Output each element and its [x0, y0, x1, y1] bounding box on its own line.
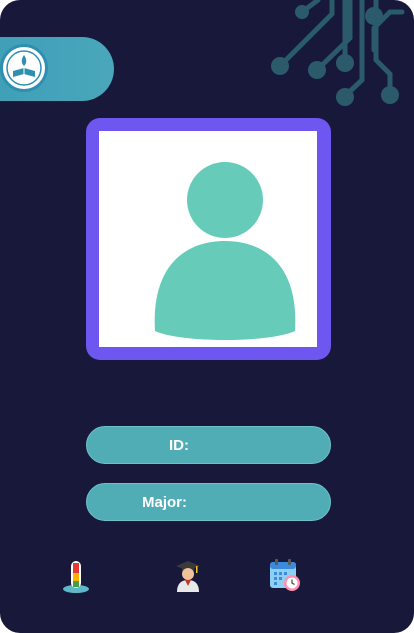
id-card: ID: Major:: [0, 0, 414, 633]
avatar-placeholder-icon: [154, 162, 296, 340]
thermometer-icon[interactable]: [60, 558, 92, 594]
profile-photo[interactable]: [99, 131, 317, 347]
profile-photo-frame: [86, 118, 331, 360]
logo-tab: [0, 37, 114, 101]
circuit-decoration-icon: [271, 0, 405, 106]
university-logo: [0, 44, 48, 92]
book-emblem-icon: [6, 50, 42, 86]
major-field[interactable]: Major:: [86, 483, 331, 521]
calendar-clock-icon[interactable]: [268, 558, 302, 592]
major-label: Major:: [142, 493, 187, 511]
id-field[interactable]: ID:: [86, 426, 331, 464]
graduate-student-icon[interactable]: [172, 558, 204, 592]
id-label: ID:: [169, 436, 189, 454]
